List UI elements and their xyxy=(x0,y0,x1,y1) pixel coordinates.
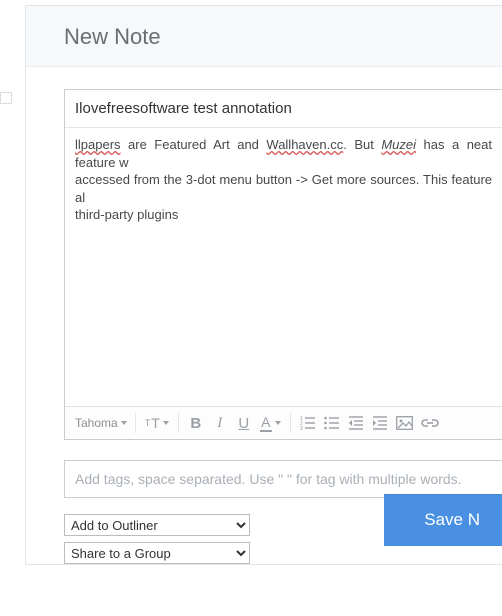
indent-button[interactable] xyxy=(369,412,391,434)
body-text: are Featured Art and xyxy=(121,137,267,152)
note-editor-wrap: llpapers are Featured Art and Wallhaven.… xyxy=(64,89,502,440)
svg-text:3: 3 xyxy=(300,426,303,430)
save-button[interactable]: Save N xyxy=(384,494,502,546)
underline-button[interactable]: U xyxy=(233,412,255,434)
tags-input[interactable] xyxy=(64,460,502,498)
outdent-button[interactable] xyxy=(345,412,367,434)
panel-header: New Note xyxy=(26,6,502,67)
note-title-input[interactable] xyxy=(65,90,502,128)
stray-checkbox[interactable] xyxy=(0,92,12,104)
separator xyxy=(135,413,136,433)
caret-down-icon xyxy=(163,421,169,425)
font-family-label: Tahoma xyxy=(75,416,118,430)
ordered-list-button[interactable]: 123 xyxy=(297,412,319,434)
body-text: Muzei xyxy=(381,137,416,152)
separator xyxy=(178,413,179,433)
page-title: New Note xyxy=(64,24,472,50)
font-family-select[interactable]: Tahoma xyxy=(71,416,129,430)
separator xyxy=(290,413,291,433)
add-to-outliner-select[interactable]: Add to Outliner xyxy=(64,514,250,536)
image-button[interactable] xyxy=(393,412,416,434)
editor-toolbar: Tahoma TT B I U A xyxy=(65,406,502,439)
panel-body: llpapers are Featured Art and Wallhaven.… xyxy=(26,67,502,564)
caret-down-icon xyxy=(121,421,127,425)
italic-button[interactable]: I xyxy=(209,412,231,434)
share-to-group-select[interactable]: Share to a Group xyxy=(64,542,250,564)
link-button[interactable] xyxy=(418,412,442,434)
unordered-list-button[interactable] xyxy=(321,412,343,434)
font-size-button[interactable]: TT xyxy=(142,412,172,434)
body-text: third-party plugins xyxy=(75,207,178,222)
caret-down-icon xyxy=(275,421,281,425)
note-body-editor[interactable]: llpapers are Featured Art and Wallhaven.… xyxy=(65,128,502,406)
body-text: Wallhaven.cc xyxy=(266,137,343,152)
body-text: llpapers xyxy=(75,137,121,152)
new-note-panel: New Note llpapers are Featured Art and W… xyxy=(25,5,502,565)
bold-button[interactable]: B xyxy=(185,412,207,434)
body-text: . But xyxy=(343,137,381,152)
body-text: accessed from the 3-dot menu button -> G… xyxy=(75,172,492,205)
text-color-button[interactable]: A xyxy=(257,412,284,434)
